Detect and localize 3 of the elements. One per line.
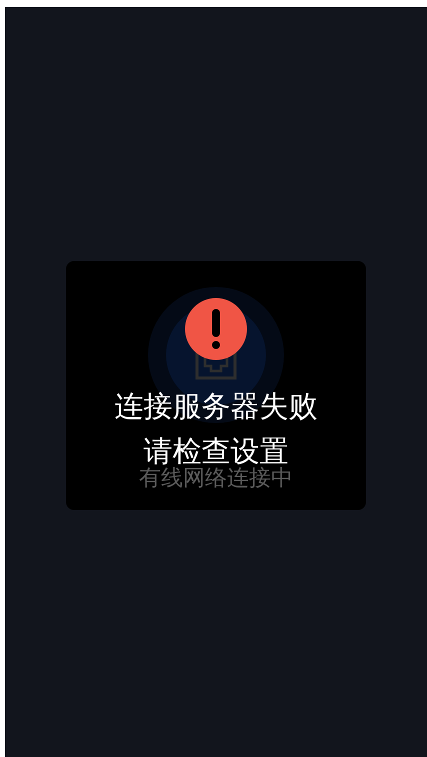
error-message: 连接服务器失败 bbox=[114, 389, 318, 424]
status-text: 有线网络连接中 bbox=[139, 465, 293, 493]
error-message: 请检查设置 bbox=[144, 434, 288, 468]
